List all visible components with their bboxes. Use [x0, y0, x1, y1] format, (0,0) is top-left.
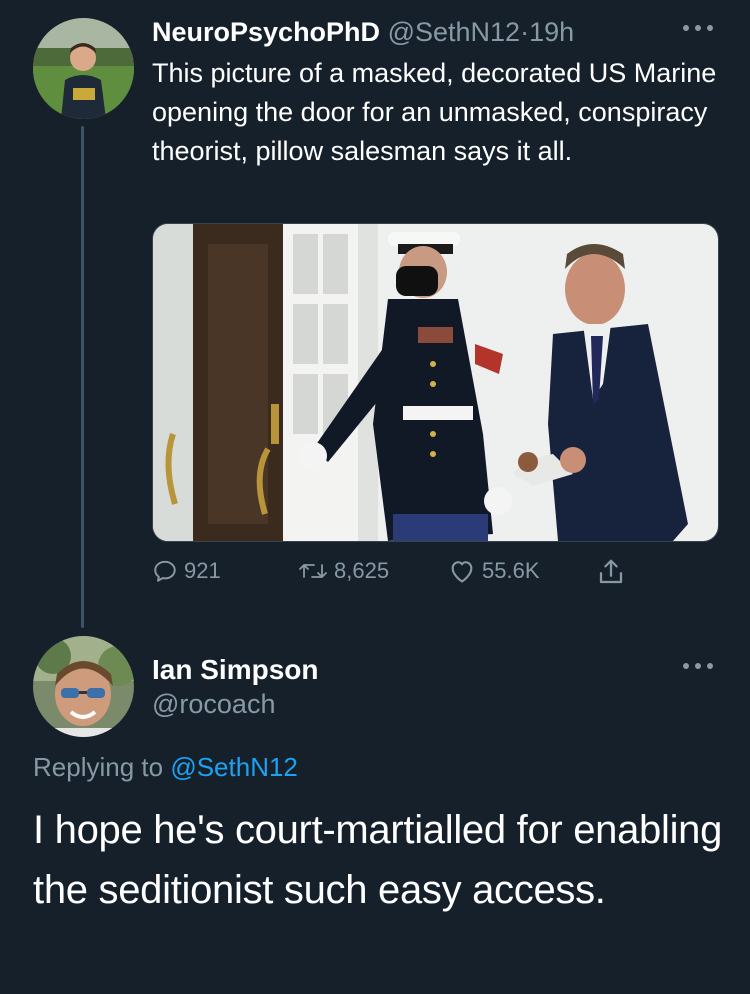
- replying-to-line: Replying to @SethN12: [33, 752, 298, 783]
- heart-icon: [451, 561, 473, 583]
- reply-action[interactable]: 921: [152, 558, 221, 584]
- reply-more-options-button[interactable]: [680, 652, 716, 683]
- tweet-header: NeuroPsychoPhD @SethN12·19h: [152, 16, 574, 48]
- replying-to-link[interactable]: @SethN12: [170, 752, 298, 782]
- like-count: 55.6K: [482, 558, 540, 583]
- reply-count: 921: [184, 558, 221, 583]
- reply-avatar[interactable]: [33, 636, 134, 737]
- retweet-icon: [299, 564, 327, 578]
- retweet-action[interactable]: 8,625: [298, 558, 389, 584]
- tweet-text: This picture of a masked, decorated US M…: [152, 58, 717, 166]
- like-action[interactable]: 55.6K: [448, 558, 540, 584]
- separator-dot: ·: [520, 17, 530, 47]
- reply-text: I hope he's court-martialled for enablin…: [33, 808, 723, 912]
- replying-to-prefix: Replying to: [33, 752, 164, 782]
- user-handle[interactable]: @SethN12: [388, 17, 520, 47]
- timestamp[interactable]: 19h: [529, 17, 574, 47]
- retweet-count: 8,625: [334, 558, 390, 583]
- more-horizontal-icon: [683, 25, 713, 31]
- avatar-photo-icon: [33, 18, 134, 119]
- avatar[interactable]: [33, 18, 134, 119]
- share-action[interactable]: [596, 557, 626, 587]
- reply-user-handle[interactable]: @rocoach: [152, 689, 275, 720]
- share-icon: [599, 559, 623, 584]
- avatar-photo-icon: [33, 636, 134, 737]
- more-options-button[interactable]: [680, 14, 716, 45]
- photo-marine-door-icon: [153, 224, 718, 541]
- reply-icon: [154, 560, 176, 582]
- thread-connector-line: [81, 126, 84, 628]
- tweet-media-image[interactable]: [152, 223, 719, 542]
- reply-display-name[interactable]: Ian Simpson: [152, 654, 318, 686]
- more-horizontal-icon: [683, 663, 713, 669]
- display-name[interactable]: NeuroPsychoPhD: [152, 17, 380, 47]
